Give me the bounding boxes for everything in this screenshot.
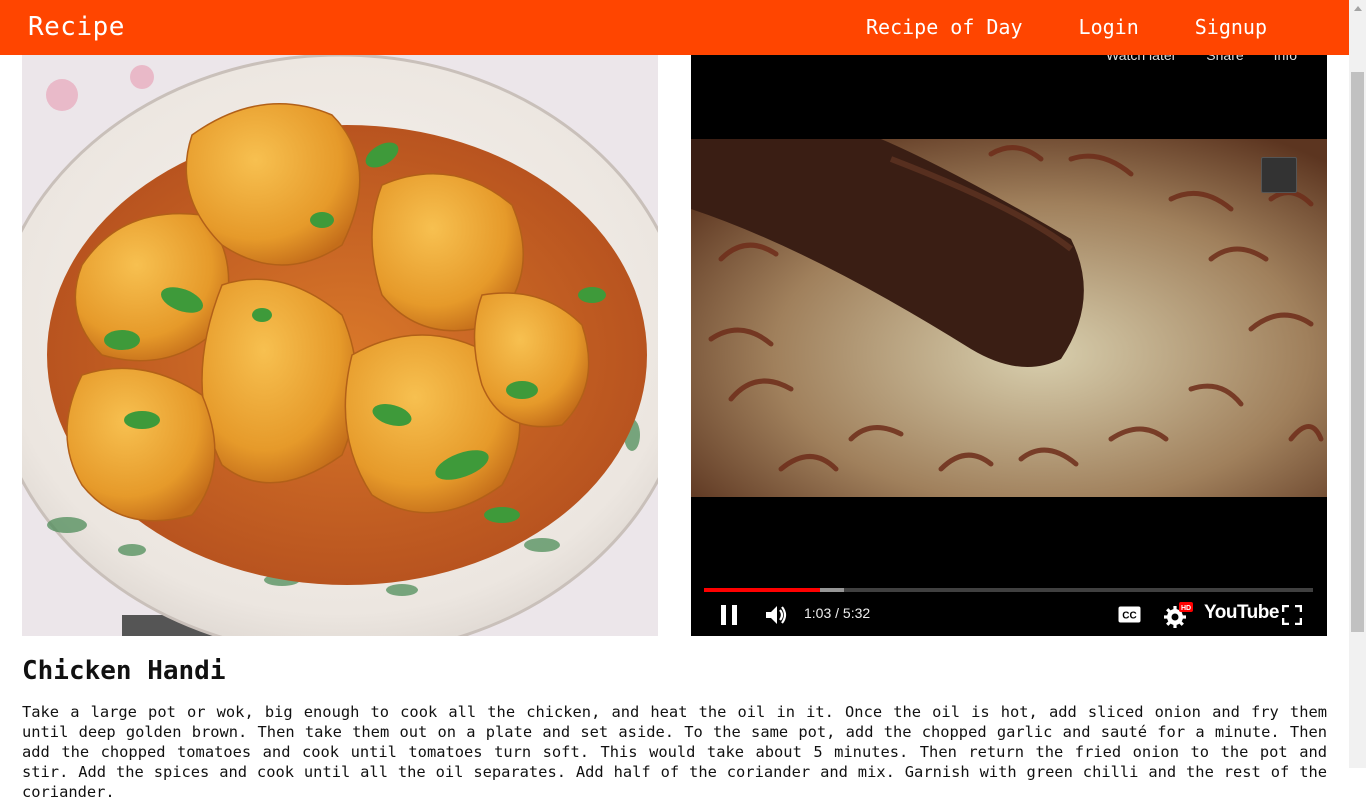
settings-gear-icon[interactable]: HD <box>1163 602 1193 628</box>
info-button[interactable]: Info <box>1274 55 1297 63</box>
nav-link-signup[interactable]: Signup <box>1195 15 1267 39</box>
volume-icon[interactable] <box>764 603 788 627</box>
recipe-title: Chicken Handi <box>22 656 226 686</box>
captions-icon[interactable]: CC <box>1118 606 1141 623</box>
video-time-display: 1:03 / 5:32 <box>804 605 871 621</box>
scroll-up-arrow-icon[interactable] <box>1349 0 1366 17</box>
fullscreen-icon[interactable] <box>1282 605 1302 625</box>
share-button[interactable]: Share <box>1206 55 1243 63</box>
brand-logo[interactable]: Recipe <box>28 12 125 42</box>
nav-links: Recipe of Day Login Signup <box>866 15 1267 39</box>
svg-text:CC: CC <box>1122 611 1136 622</box>
video-frame[interactable] <box>691 139 1327 497</box>
video-top-actions: Watch later Share Info <box>1106 55 1297 63</box>
scroll-thumb[interactable] <box>1351 72 1364 632</box>
video-player[interactable]: Watch later Share Info 1:03 / 5:32 CC HD… <box>691 55 1327 636</box>
video-played-bar <box>704 588 820 592</box>
video-progress-bar[interactable] <box>704 588 1313 592</box>
pause-icon[interactable] <box>721 605 737 625</box>
recipe-description: Take a large pot or wok, big enough to c… <box>22 703 1327 801</box>
hd-badge: HD <box>1181 605 1191 612</box>
watch-later-button[interactable]: Watch later <box>1106 55 1176 63</box>
top-navbar: Recipe Recipe of Day Login Signup <box>0 0 1349 55</box>
page-scrollbar[interactable] <box>1349 0 1366 768</box>
nav-link-recipe-of-day[interactable]: Recipe of Day <box>866 15 1023 39</box>
nav-link-login[interactable]: Login <box>1079 15 1139 39</box>
video-controls: 1:03 / 5:32 CC HD YouTube <box>691 596 1327 636</box>
youtube-logo[interactable]: YouTube <box>1204 602 1279 624</box>
channel-logo-icon[interactable] <box>1261 157 1297 193</box>
recipe-photo <box>22 55 658 636</box>
